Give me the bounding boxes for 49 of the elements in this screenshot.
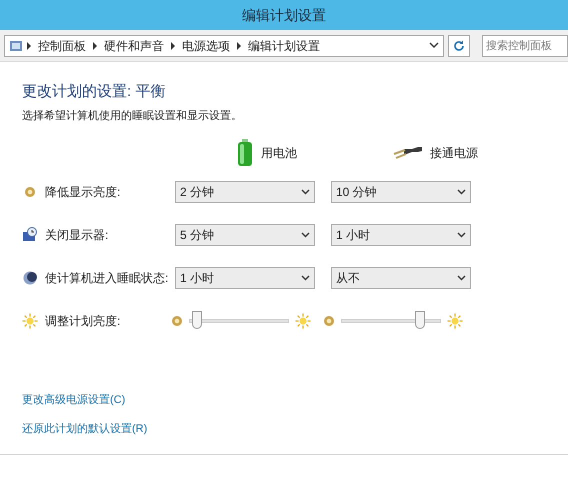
dropdown[interactable]: 1 小时 (331, 224, 471, 246)
sun-icon (295, 312, 311, 328)
chevron-right-icon (236, 42, 242, 50)
sun-icon (22, 312, 38, 328)
chevron-down-icon (457, 274, 466, 280)
column-header: 接通电源 (430, 144, 478, 162)
breadcrumb-item[interactable]: 编辑计划设置 (245, 36, 323, 54)
setting-label: 使计算机进入睡眠状态: (45, 270, 168, 286)
description-text: 选择希望计算机使用的睡眠设置和显示设置。 (22, 108, 243, 124)
battery-icon (237, 138, 253, 166)
breadcrumb-item[interactable]: 硬件和声音 (101, 36, 167, 54)
address-field[interactable]: 控制面板 硬件和声音 电源选项 编辑计划设置 (4, 34, 444, 56)
chevron-down-icon (301, 232, 310, 238)
dropdown-icon[interactable] (429, 42, 439, 49)
window-title: 编辑计划设置 (242, 6, 326, 24)
moon-icon (23, 270, 37, 284)
dropdown[interactable]: 10 分钟 (331, 180, 471, 202)
chevron-right-icon (92, 42, 98, 50)
refresh-button[interactable] (448, 34, 470, 56)
chevron-right-icon (26, 42, 32, 50)
power-plug-icon (392, 144, 422, 160)
setting-label: 关闭显示器: (45, 226, 108, 244)
column-header: 用电池 (261, 144, 297, 162)
dim-sun-icon (24, 186, 36, 198)
dropdown[interactable]: 从不 (331, 266, 471, 288)
chevron-down-icon (301, 274, 310, 280)
sun-icon (447, 312, 463, 328)
control-panel-icon (9, 38, 23, 52)
monitor-clock-icon (22, 227, 38, 242)
link[interactable]: 还原此计划的默认设置(R) (22, 421, 148, 438)
breadcrumb-item[interactable]: 控制面板 (35, 36, 89, 54)
slider-thumb[interactable] (415, 310, 426, 328)
dim-sun-icon (323, 314, 335, 326)
refresh-icon (453, 40, 465, 52)
breadcrumb-item[interactable]: 电源选项 (179, 36, 233, 54)
dim-sun-icon (171, 314, 183, 326)
page-heading: 更改计划的设置: 平衡 (22, 82, 166, 102)
chevron-down-icon (301, 188, 310, 194)
link[interactable]: 更改高级电源设置(C) (22, 392, 126, 408)
slider-thumb[interactable] (192, 310, 202, 328)
setting-label: 降低显示亮度: (45, 184, 120, 200)
chevron-down-icon (457, 232, 466, 238)
dropdown[interactable]: 1 小时 (175, 266, 315, 288)
search-field[interactable]: 搜索控制面板 (482, 34, 568, 56)
chevron-down-icon (457, 188, 466, 194)
dropdown[interactable]: 2 分钟 (175, 180, 315, 202)
dropdown[interactable]: 5 分钟 (175, 224, 315, 246)
setting-label: 调整计划亮度: (45, 312, 120, 330)
chevron-right-icon (170, 42, 176, 50)
